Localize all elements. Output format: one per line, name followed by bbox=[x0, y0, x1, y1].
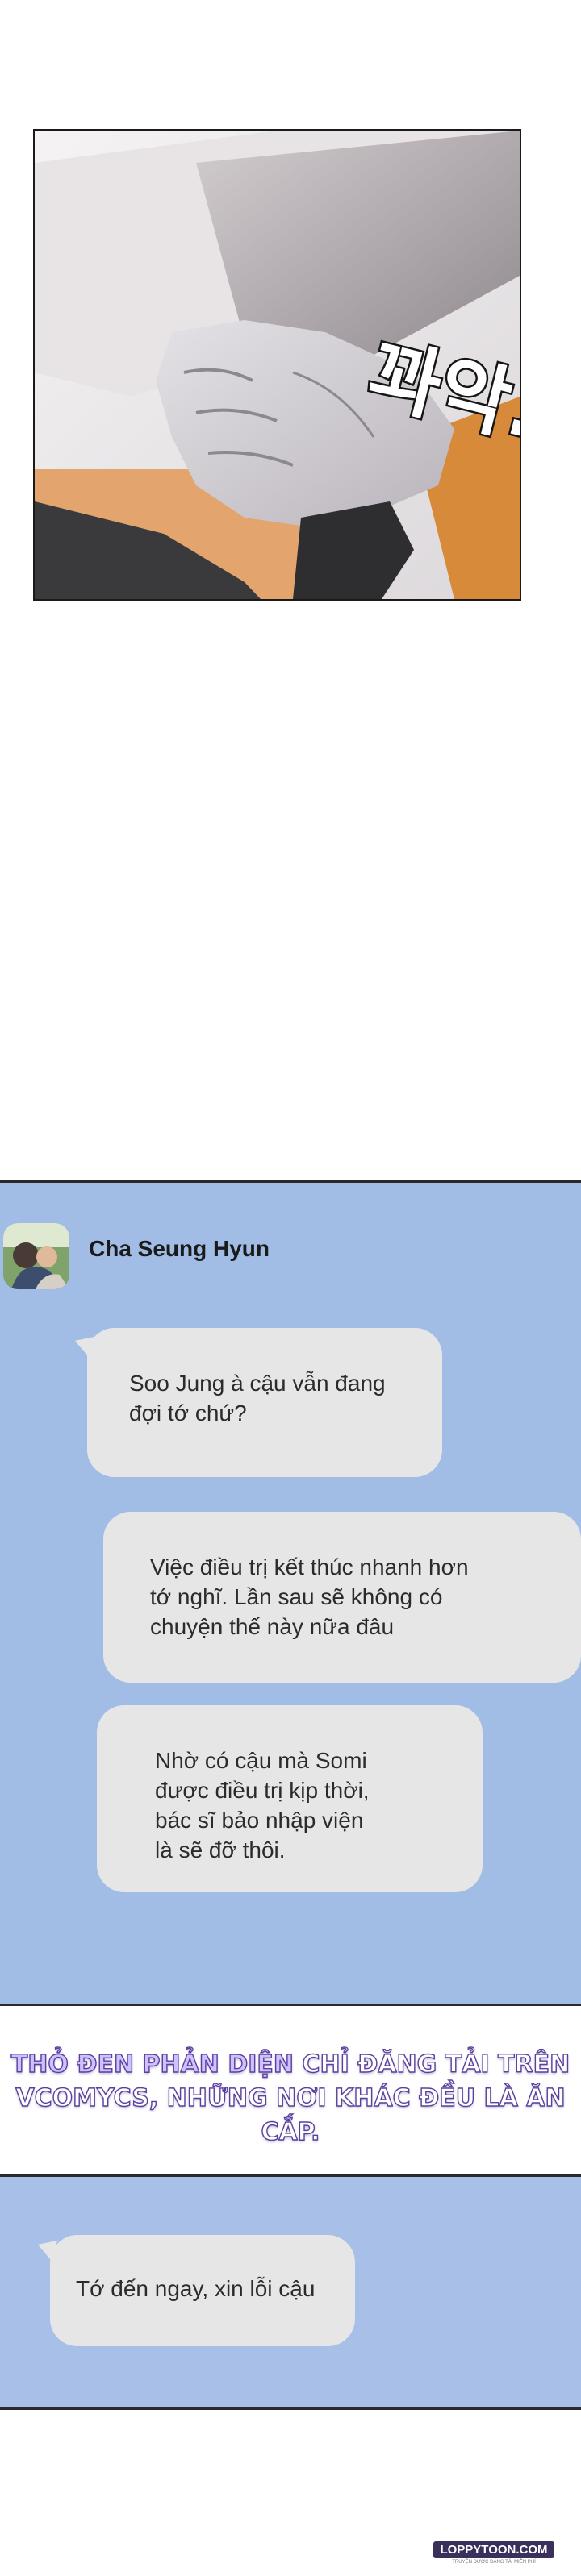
chat-bubble: Tớ đến ngay, xin lỗi cậu bbox=[37, 2233, 355, 2346]
notice-highlight: THỎ ĐEN PHẢN DIỆN bbox=[10, 2050, 295, 2079]
chat-panel: Cha Seung Hyun Soo Jung à cậu vẫn đang đ… bbox=[0, 1180, 581, 2006]
notice-line-2: VCOMYCS, NHỮNG NƠI KHÁC ĐỀU LÀ ĂN CẮP. bbox=[15, 2083, 566, 2146]
sender-name: Cha Seung Hyun bbox=[89, 1236, 270, 1261]
message-text: Tớ đến ngay, xin lỗi cậu bbox=[76, 2276, 316, 2301]
comic-panel-hand-grip: 꽈악.. bbox=[33, 129, 521, 601]
message-text: Nhờ có cậu mà Somi được điều trị kịp thờ… bbox=[155, 1748, 370, 1862]
avatar bbox=[3, 1223, 69, 1289]
reply-panel: Tớ đến ngay, xin lỗi cậu bbox=[0, 2174, 581, 2410]
logo-text: LOPPYTOON.COM bbox=[433, 2541, 554, 2558]
chat-bubble: Soo Jung à cậu vẫn đang đợi tớ chứ? bbox=[74, 1328, 442, 1477]
sound-effect-text: 꽈악.. bbox=[366, 324, 521, 510]
profile-photo-icon bbox=[3, 1223, 69, 1289]
message-text: Soo Jung à cậu vẫn đang đợi tớ chứ? bbox=[129, 1371, 386, 1425]
sfx-glyphs: 꽈악.. bbox=[366, 327, 521, 464]
translator-notice: THỎ ĐEN PHẢN DIỆN CHỈ ĐĂNG TẢI TRÊN VCOM… bbox=[0, 2048, 581, 2149]
bubble-tail bbox=[37, 2233, 65, 2260]
notice-line-1-rest: CHỈ ĐĂNG TẢI TRÊN bbox=[294, 2050, 571, 2079]
chat-bubble: Nhờ có cậu mà Somi được điều trị kịp thờ… bbox=[97, 1705, 483, 1892]
site-logo: LOPPYTOON.COM TRUYỆN ĐƯỢC ĐĂNG TẢI MIỄN … bbox=[421, 2541, 566, 2570]
message-text: Việc điều trị kết thúc nhanh hơn tớ nghĩ… bbox=[150, 1554, 469, 1639]
chat-bubble: Việc điều trị kết thúc nhanh hơn tớ nghĩ… bbox=[103, 1512, 581, 1683]
bubble-tail bbox=[74, 1329, 102, 1356]
logo-tagline: TRUYỆN ĐƯỢC ĐĂNG TẢI MIỄN PHÍ bbox=[452, 2560, 536, 2565]
notice-line-1: THỎ ĐEN PHẢN DIỆN CHỈ ĐĂNG TẢI TRÊN bbox=[0, 2048, 581, 2082]
